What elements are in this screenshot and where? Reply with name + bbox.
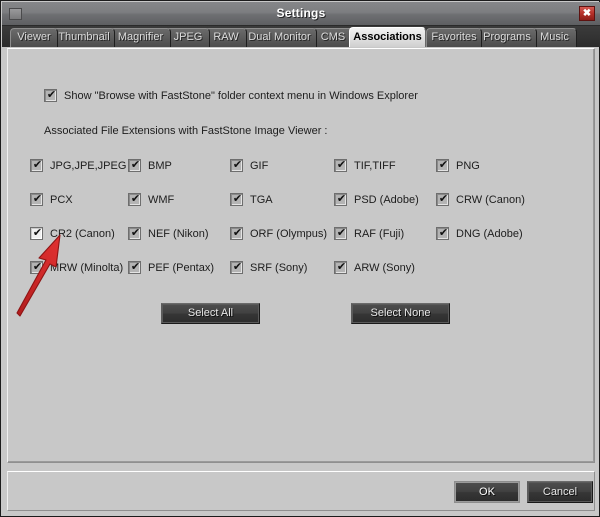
checkmark-icon: ✔ bbox=[438, 192, 449, 205]
checkmark-icon: ✔ bbox=[130, 260, 141, 273]
checkmark-icon: ✔ bbox=[232, 158, 243, 171]
checkmark-icon: ✔ bbox=[32, 226, 43, 239]
checkbox-png[interactable]: ✔ bbox=[436, 158, 449, 172]
label-nef-nikon: NEF (Nikon) bbox=[148, 228, 209, 240]
tab-music[interactable]: Music bbox=[532, 28, 577, 47]
checkmark-icon: ✔ bbox=[32, 260, 43, 273]
checkmark-icon: ✔ bbox=[438, 158, 449, 171]
checkbox-wmf[interactable]: ✔ bbox=[128, 192, 141, 206]
label-crw-canon: CRW (Canon) bbox=[456, 194, 525, 206]
dialog-footer: OK Cancel bbox=[7, 471, 595, 511]
tab-raw[interactable]: RAW bbox=[205, 28, 247, 47]
checkmark-icon: ✔ bbox=[130, 226, 141, 239]
title-bar[interactable]: Settings ✖ bbox=[2, 2, 600, 26]
tab-dual-monitor[interactable]: Dual Monitor bbox=[242, 28, 317, 47]
label-mrw-minolta: MRW (Minolta) bbox=[50, 262, 124, 274]
checkbox-gif[interactable]: ✔ bbox=[230, 158, 243, 172]
checkbox-browse-context-menu[interactable]: ✔ bbox=[44, 88, 57, 102]
checkbox-mrw-minolta[interactable]: ✔ bbox=[30, 260, 43, 274]
checkmark-icon: ✔ bbox=[336, 226, 347, 239]
checkmark-icon: ✔ bbox=[232, 260, 243, 273]
checkbox-crw-canon[interactable]: ✔ bbox=[436, 192, 449, 206]
checkmark-icon: ✔ bbox=[32, 158, 43, 171]
label-tif-tiff: TIF,TIFF bbox=[354, 160, 396, 172]
checkbox-jpg-jpe-jpeg[interactable]: ✔ bbox=[30, 158, 43, 172]
checkmark-icon: ✔ bbox=[438, 226, 449, 239]
checkbox-raf-fuji[interactable]: ✔ bbox=[334, 226, 347, 240]
extensions-heading: Associated File Extensions with FastSton… bbox=[44, 125, 328, 137]
tab-magnifier[interactable]: Magnifier bbox=[110, 28, 171, 47]
label-gif: GIF bbox=[250, 160, 269, 172]
associations-panel: ✔ Show "Browse with FastStone" folder co… bbox=[7, 48, 595, 463]
window-title: Settings bbox=[276, 6, 326, 20]
label-srf-sony: SRF (Sony) bbox=[250, 262, 308, 274]
label-arw-sony: ARW (Sony) bbox=[354, 262, 415, 274]
label-png: PNG bbox=[456, 160, 480, 172]
close-icon[interactable]: ✖ bbox=[579, 6, 595, 21]
select-none-button[interactable]: Select None bbox=[351, 303, 450, 324]
checkbox-pef-pentax[interactable]: ✔ bbox=[128, 260, 141, 274]
label-wmf: WMF bbox=[148, 194, 175, 206]
checkbox-orf-olympus[interactable]: ✔ bbox=[230, 226, 243, 240]
label-tga: TGA bbox=[250, 194, 273, 206]
checkbox-pcx[interactable]: ✔ bbox=[30, 192, 43, 206]
checkmark-icon: ✔ bbox=[336, 192, 347, 205]
checkbox-dng-adobe[interactable]: ✔ bbox=[436, 226, 449, 240]
settings-dialog-window: Settings ✖ Viewer Thumbnail Magnifier JPEG R… bbox=[0, 0, 600, 517]
tab-bar: Viewer Thumbnail Magnifier JPEG RAW Dual Moni… bbox=[2, 26, 600, 47]
label-browse-context-menu: Show "Browse with FastStone" folder cont… bbox=[64, 90, 418, 102]
label-orf-olympus: ORF (Olympus) bbox=[250, 228, 327, 240]
checkmark-icon: ✔ bbox=[336, 158, 347, 171]
label-psd-adobe: PSD (Adobe) bbox=[354, 194, 419, 206]
checkmark-icon: ✔ bbox=[32, 192, 43, 205]
checkbox-tif-tiff[interactable]: ✔ bbox=[334, 158, 347, 172]
tab-programs[interactable]: Programs bbox=[477, 28, 537, 47]
tab-favorites[interactable]: Favorites bbox=[426, 28, 482, 47]
tab-cms[interactable]: CMS bbox=[312, 28, 354, 47]
checkbox-tga[interactable]: ✔ bbox=[230, 192, 243, 206]
checkmark-icon: ✔ bbox=[130, 192, 141, 205]
tab-associations[interactable]: Associations bbox=[349, 27, 426, 47]
ok-button[interactable]: OK bbox=[454, 481, 520, 503]
checkbox-arw-sony[interactable]: ✔ bbox=[334, 260, 347, 274]
checkbox-nef-nikon[interactable]: ✔ bbox=[128, 226, 141, 240]
cancel-button[interactable]: Cancel bbox=[527, 481, 593, 503]
checkmark-icon: ✔ bbox=[46, 88, 57, 101]
label-raf-fuji: RAF (Fuji) bbox=[354, 228, 405, 240]
tab-jpeg[interactable]: JPEG bbox=[166, 28, 210, 47]
checkbox-srf-sony[interactable]: ✔ bbox=[230, 260, 243, 274]
label-pcx: PCX bbox=[50, 194, 73, 206]
label-bmp: BMP bbox=[148, 160, 172, 172]
label-pef-pentax: PEF (Pentax) bbox=[148, 262, 215, 274]
checkbox-bmp[interactable]: ✔ bbox=[128, 158, 141, 172]
checkmark-icon: ✔ bbox=[130, 158, 141, 171]
label-jpg-jpe-jpeg: JPG,JPE,JPEG bbox=[50, 160, 127, 172]
label-cr2-canon: CR2 (Canon) bbox=[50, 228, 115, 240]
checkmark-icon: ✔ bbox=[232, 226, 243, 239]
tab-viewer[interactable]: Viewer bbox=[10, 28, 58, 47]
select-all-button[interactable]: Select All bbox=[161, 303, 260, 324]
checkmark-icon: ✔ bbox=[336, 260, 347, 273]
checkbox-cr2-canon[interactable]: ✔ bbox=[30, 226, 43, 240]
checkmark-icon: ✔ bbox=[232, 192, 243, 205]
checkbox-psd-adobe[interactable]: ✔ bbox=[334, 192, 347, 206]
label-dng-adobe: DNG (Adobe) bbox=[456, 228, 523, 240]
tab-thumbnail[interactable]: Thumbnail bbox=[53, 28, 115, 47]
